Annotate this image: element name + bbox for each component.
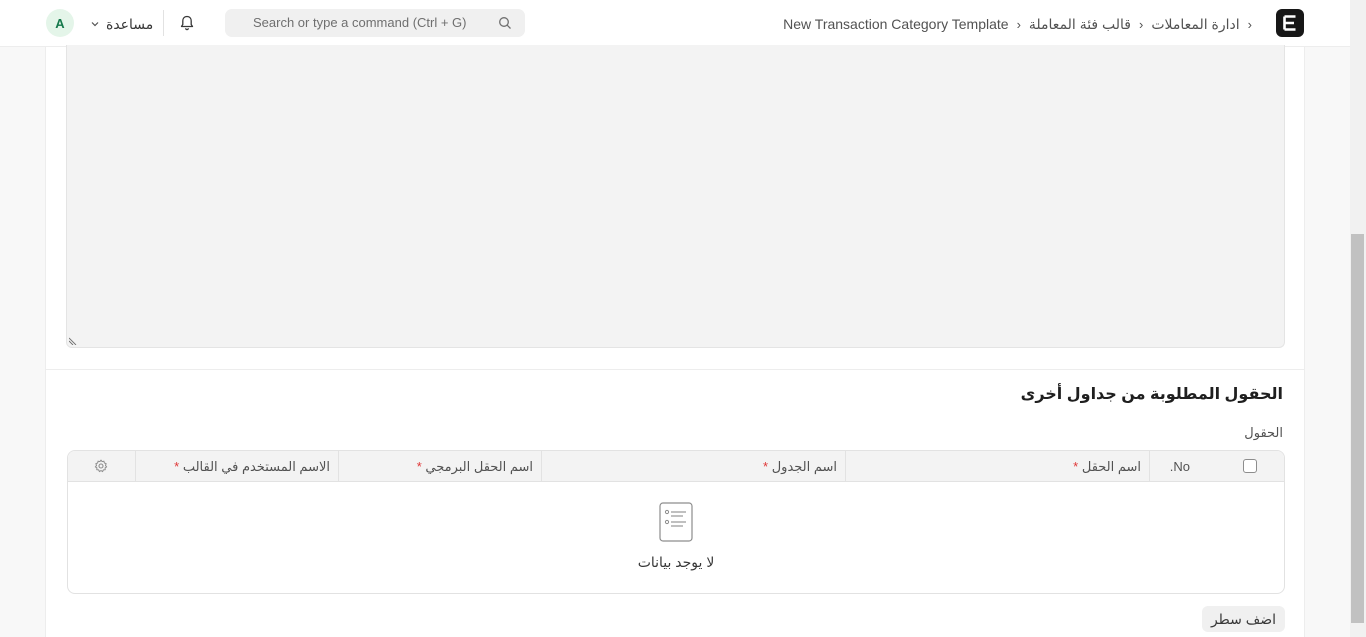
page-scrollbar[interactable] xyxy=(1350,0,1366,637)
app-logo-icon xyxy=(1283,15,1296,31)
column-row-number: No. xyxy=(1149,451,1216,482)
help-dropdown[interactable]: مساعدة xyxy=(90,14,153,34)
search-input[interactable]: Search or type a command (Ctrl + G) xyxy=(253,15,467,30)
empty-state: لا يوجد بيانات xyxy=(68,482,1284,593)
chevron-down-icon xyxy=(91,22,99,27)
navbar-divider xyxy=(163,10,164,36)
breadcrumb-item-current[interactable]: New Transaction Category Template xyxy=(783,16,1008,32)
column-fieldname: اسم الحقل البرمجي * xyxy=(338,451,541,482)
required-mark: * xyxy=(1073,459,1079,474)
gear-icon[interactable] xyxy=(94,459,108,473)
breadcrumb-separator: › xyxy=(1016,16,1021,32)
column-template-name: الاسم المستخدم في القالب * xyxy=(135,451,338,482)
breadcrumb: › ادارة المعاملات › قالب فئة المعاملة › … xyxy=(783,14,1260,34)
table-field-label: الحقول xyxy=(1244,425,1283,440)
section-divider xyxy=(46,369,1304,370)
form-card: الحقول المطلوبة من جداول أخرى الحقول الا… xyxy=(45,45,1305,637)
empty-message: لا يوجد بيانات xyxy=(637,554,715,570)
breadcrumb-item-transactions[interactable]: ادارة المعاملات xyxy=(1151,16,1239,33)
search-icon xyxy=(499,17,511,29)
column-label: No. xyxy=(1169,459,1190,474)
notification-bell-icon[interactable] xyxy=(178,14,196,32)
column-field-name: اسم الحقل * xyxy=(845,451,1149,482)
column-label: اسم الحقل xyxy=(1081,459,1141,474)
fields-table: الاسم المستخدم في القالب * اسم الحقل الب… xyxy=(67,450,1285,594)
top-navbar: A مساعدة Search or type a command (Ctrl … xyxy=(0,0,1350,47)
breadcrumb-item-template-list[interactable]: قالب فئة المعاملة xyxy=(1029,16,1131,33)
app-logo[interactable] xyxy=(1276,9,1304,37)
required-mark: * xyxy=(174,459,180,474)
resize-handle-icon[interactable] xyxy=(69,337,77,345)
column-label: اسم الجدول xyxy=(771,459,837,474)
column-table-name: اسم الجدول * xyxy=(541,451,845,482)
template-textarea[interactable] xyxy=(66,45,1285,348)
breadcrumb-separator: › xyxy=(1139,16,1144,32)
column-select-all xyxy=(1216,451,1284,482)
column-label: اسم الحقل البرمجي xyxy=(425,459,533,474)
select-all-checkbox[interactable] xyxy=(1243,459,1257,473)
scrollbar-thumb[interactable] xyxy=(1351,234,1364,623)
awesomebar-search[interactable]: Search or type a command (Ctrl + G) xyxy=(225,9,525,37)
column-settings xyxy=(68,451,135,482)
section-title: الحقول المطلوبة من جداول أخرى xyxy=(1020,386,1283,403)
required-mark: * xyxy=(416,459,422,474)
breadcrumb-separator: › xyxy=(1247,16,1252,32)
avatar-initial: A xyxy=(55,15,65,31)
column-label: الاسم المستخدم في القالب xyxy=(182,459,330,474)
help-label: مساعدة xyxy=(106,15,154,32)
user-avatar[interactable]: A xyxy=(46,9,74,37)
required-mark: * xyxy=(763,459,769,474)
empty-document-icon xyxy=(659,502,693,542)
add-row-button[interactable]: اضف سطر xyxy=(1202,606,1285,632)
table-header: الاسم المستخدم في القالب * اسم الحقل الب… xyxy=(68,451,1284,482)
